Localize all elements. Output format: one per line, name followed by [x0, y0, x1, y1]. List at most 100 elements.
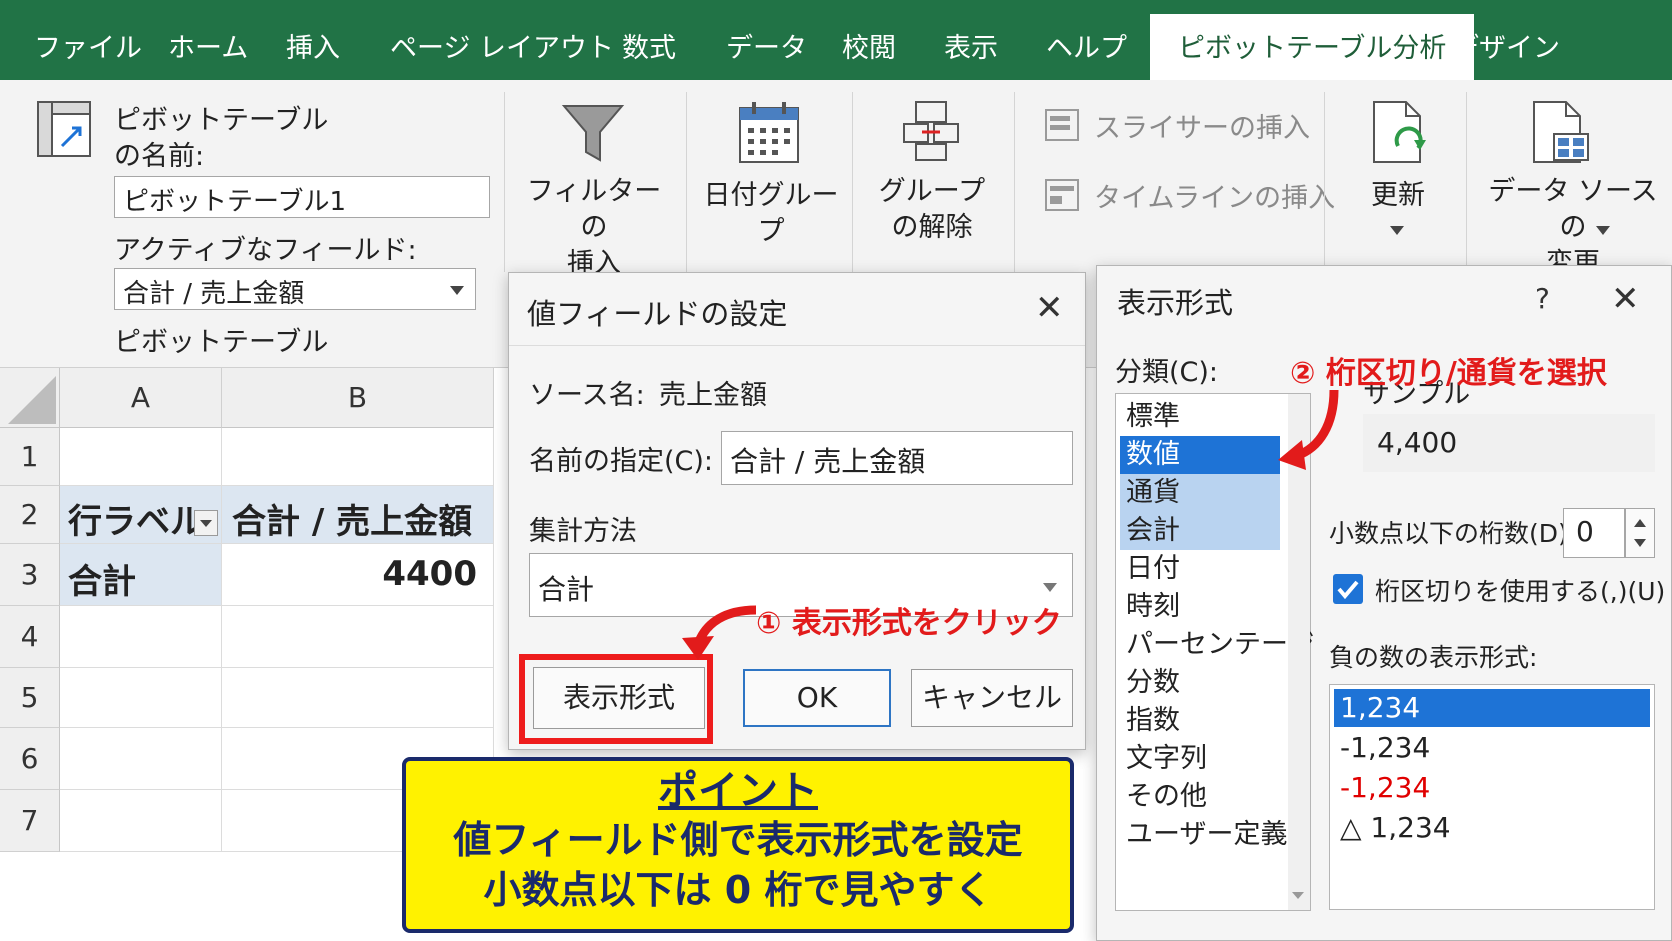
row-header-3[interactable]: 3 [0, 544, 60, 606]
cell-a7[interactable] [60, 790, 222, 852]
cell-b3-total-value[interactable]: 4400 [222, 544, 494, 606]
cell-b4[interactable] [222, 606, 494, 668]
category-label: 分類(C): [1115, 357, 1219, 388]
close-icon[interactable]: ✕ [1035, 291, 1064, 325]
filter-icon [561, 105, 625, 162]
filter-dropdown-icon [200, 520, 212, 527]
pivot-name-input[interactable]: ピボットテーブル1 [114, 176, 490, 218]
category-accounting[interactable]: 会計 [1120, 512, 1280, 550]
negative-format-option-triangle[interactable]: △ 1,234 [1334, 809, 1650, 847]
refresh-button[interactable]: 更新 [1350, 178, 1446, 214]
timeline-icon [1045, 179, 1079, 211]
row-header-5[interactable]: 5 [0, 668, 60, 728]
negative-numbers-list[interactable]: 1,234 -1,234 -1,234 △ 1,234 [1329, 684, 1655, 910]
ok-button[interactable]: OK [743, 669, 891, 727]
help-icon[interactable]: ? [1535, 282, 1550, 316]
insert-slicer-button[interactable]: スライサーの挿入 [1094, 106, 1310, 145]
data-source-dropdown-icon[interactable] [1596, 226, 1610, 235]
custom-name-input[interactable]: 合計 / 売上金額 [721, 431, 1073, 485]
tab-home[interactable]: ホーム [168, 26, 248, 65]
tab-data[interactable]: データ [726, 26, 807, 65]
cell-a6[interactable] [60, 728, 222, 790]
insert-filter-button[interactable]: フィルターの 挿入 [524, 174, 664, 282]
refresh-dropdown-icon[interactable] [1390, 226, 1404, 235]
cell-a4[interactable] [60, 606, 222, 668]
row-header-4[interactable]: 4 [0, 606, 60, 668]
insert-timeline-button[interactable]: タイムラインの挿入 [1094, 176, 1335, 215]
thousands-separator-checkbox[interactable] [1333, 574, 1363, 604]
thousands-separator-label: 桁区切りを使用する(,)(U) [1375, 577, 1666, 606]
cell-b1[interactable] [222, 428, 494, 486]
category-text[interactable]: 文字列 [1120, 740, 1280, 778]
column-header-a[interactable]: A [60, 368, 222, 428]
active-field-dropdown-icon[interactable] [450, 286, 464, 295]
cell-b5[interactable] [222, 668, 494, 728]
ribbon-separator [1014, 92, 1015, 272]
tab-design[interactable]: デザイン [1452, 26, 1560, 65]
scroll-down-icon[interactable] [1292, 892, 1304, 899]
active-field-input[interactable]: 合計 / 売上金額 [114, 268, 476, 310]
source-name-label: ソース名: [529, 380, 645, 411]
tab-formulas[interactable]: 数式 [622, 26, 676, 65]
spinner-arrows-icon [1634, 519, 1646, 547]
negative-format-option-red[interactable]: -1,234 [1334, 769, 1650, 807]
ungroup-button[interactable]: グループ の解除 [870, 174, 994, 246]
category-date[interactable]: 日付 [1120, 550, 1280, 588]
point-callout: ポイント 値フィールド側で表示形式を設定 小数点以下は 0 桁で見やすく [402, 757, 1074, 933]
tab-pivot-analyze[interactable]: ピボットテーブル分析 [1150, 14, 1475, 80]
decimal-places-input[interactable]: 0 [1563, 508, 1625, 558]
category-general[interactable]: 標準 [1120, 398, 1280, 436]
insert-filter-label-1: フィルターの [526, 176, 662, 243]
source-name-value: 売上金額 [659, 380, 767, 411]
category-percentage[interactable]: パーセンテージ [1120, 626, 1314, 664]
ungroup-label-2: の解除 [891, 212, 973, 243]
decimal-places-spinner[interactable] [1625, 508, 1655, 558]
cell-a1[interactable] [60, 428, 222, 486]
ungroup-label-1: グループ [878, 176, 986, 207]
date-group-button[interactable]: 日付グループ [698, 178, 844, 250]
pivot-table-icon [37, 101, 91, 157]
row-header-1[interactable]: 1 [0, 428, 60, 486]
dialog-divider [509, 345, 1085, 346]
chevron-down-icon[interactable] [1043, 583, 1057, 592]
ribbon-tab-bar: ファイル ホーム 挿入 ページ レイアウト 数式 データ 校閲 表示 ヘルプ ピ… [0, 0, 1672, 80]
ribbon-separator [1466, 92, 1467, 272]
category-fraction[interactable]: 分数 [1120, 664, 1280, 702]
category-currency[interactable]: 通貨 [1120, 474, 1280, 512]
row-header-6[interactable]: 6 [0, 728, 60, 790]
negative-format-option[interactable]: -1,234 [1334, 729, 1650, 767]
arrow-icon [682, 605, 757, 660]
refresh-icon [1373, 101, 1426, 163]
category-time[interactable]: 時刻 [1120, 588, 1280, 626]
cancel-button[interactable]: キャンセル [911, 669, 1073, 727]
select-all-corner[interactable] [0, 368, 60, 428]
negative-format-option[interactable]: 1,234 [1334, 689, 1650, 727]
category-number[interactable]: 数値 [1120, 436, 1280, 474]
column-header-b[interactable]: B [222, 368, 494, 428]
pivot-name-label-line2: の名前: [114, 141, 205, 172]
category-special[interactable]: その他 [1120, 778, 1280, 816]
cell-a3-total-label[interactable]: 合計 [60, 544, 222, 606]
cell-b2-sum-header[interactable]: 合計 / 売上金額 [222, 486, 494, 544]
category-custom[interactable]: ユーザー定義 [1120, 816, 1287, 854]
negative-numbers-label: 負の数の表示形式: [1329, 643, 1538, 672]
value-field-dialog-title: 値フィールドの設定 [527, 297, 788, 331]
summarize-by-label: 集計方法 [529, 516, 637, 547]
row-header-7[interactable]: 7 [0, 790, 60, 852]
tab-review[interactable]: 校閲 [842, 26, 896, 65]
point-line1: 値フィールド側で表示形式を設定 [453, 818, 1023, 862]
row-header-2[interactable]: 2 [0, 486, 60, 544]
ungroup-icon [903, 101, 959, 161]
ribbon-separator [1324, 92, 1325, 272]
tab-view[interactable]: 表示 [944, 26, 998, 65]
cell-a5[interactable] [60, 668, 222, 728]
tab-insert[interactable]: 挿入 [286, 26, 340, 65]
close-icon[interactable]: ✕ [1611, 282, 1640, 316]
tab-file[interactable]: ファイル [34, 26, 142, 65]
tab-page-layout[interactable]: ページ レイアウト [390, 26, 614, 65]
row-label-filter-button[interactable] [194, 510, 218, 536]
category-scientific[interactable]: 指数 [1120, 702, 1280, 740]
tab-help[interactable]: ヘルプ [1046, 26, 1127, 65]
step1-annotation: ① 表示形式をクリック [756, 606, 1062, 641]
point-line2: 小数点以下は 0 桁で見やすく [483, 868, 993, 912]
